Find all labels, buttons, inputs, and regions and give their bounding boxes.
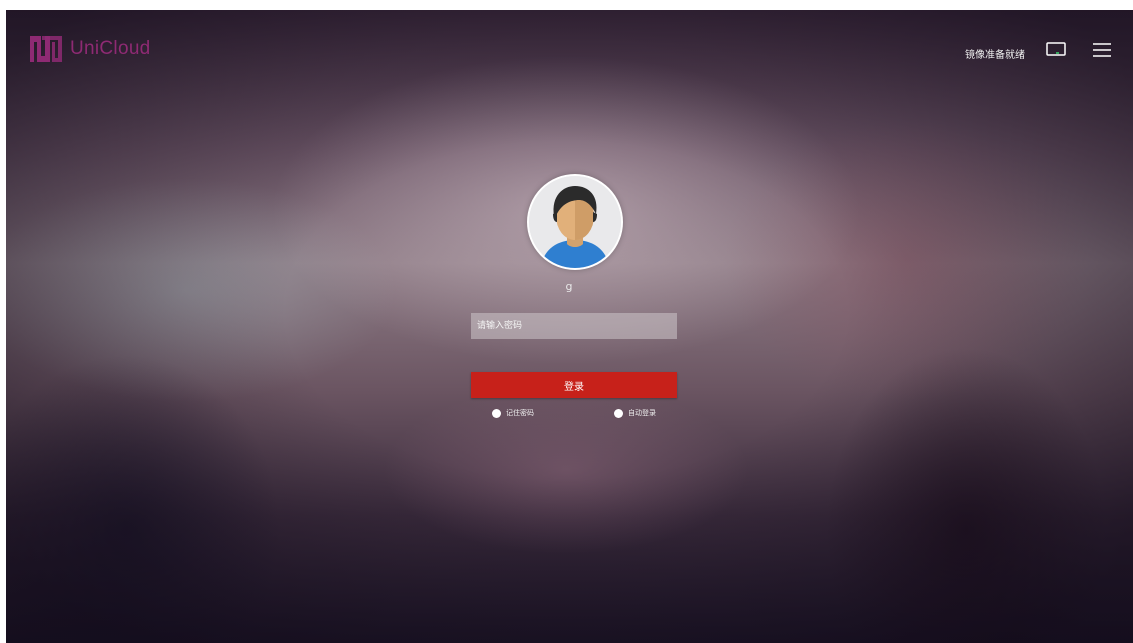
auto-login-label: 自动登录	[628, 409, 656, 417]
user-avatar[interactable]	[527, 174, 623, 270]
person-avatar-icon	[529, 176, 621, 268]
remember-radio[interactable]	[492, 408, 501, 418]
status-text: 镜像准备就绪	[965, 50, 1025, 61]
menu-icon[interactable]	[1091, 41, 1113, 59]
password-input[interactable]	[471, 313, 677, 339]
brand-logo: UniCloud	[28, 34, 151, 64]
auto-login-option[interactable]: 自动登录	[614, 408, 656, 418]
remember-label: 记住密码	[506, 409, 534, 417]
brand-name: UniCloud	[70, 38, 151, 59]
username-label: g	[565, 280, 573, 293]
auto-login-radio[interactable]	[614, 408, 623, 418]
monitor-icon[interactable]	[1045, 41, 1067, 59]
login-button[interactable]: 登录	[471, 372, 677, 398]
login-screen: UniCloud 镜像准备就绪 g 登录 记住密码 自动登录	[6, 10, 1133, 643]
unicloud-logo-icon	[30, 36, 62, 62]
remember-password-option[interactable]: 记住密码	[492, 408, 534, 418]
